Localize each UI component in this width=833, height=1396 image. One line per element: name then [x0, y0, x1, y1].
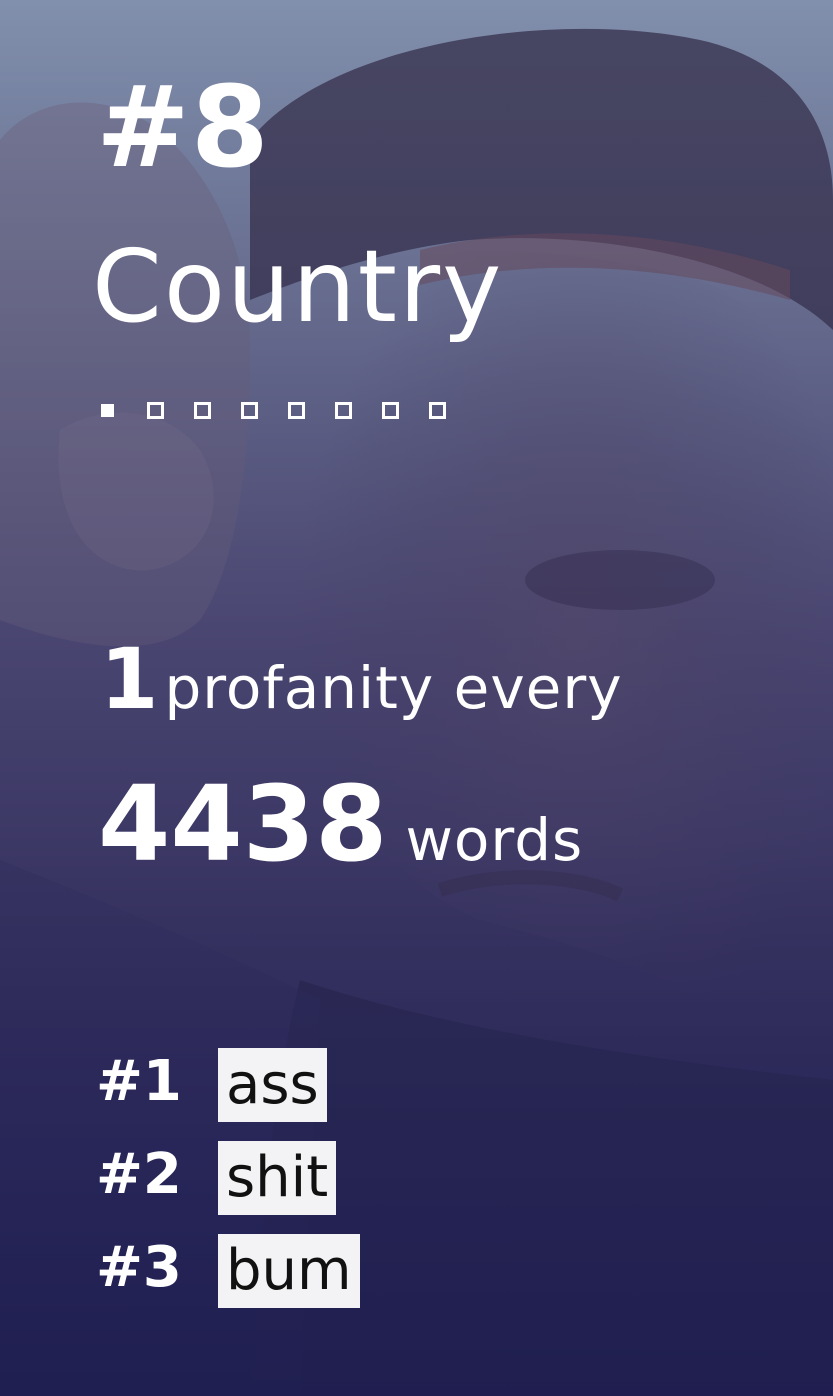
rank-square-empty [382, 402, 399, 419]
rank-square-empty [194, 402, 211, 419]
rank-square-empty [147, 402, 164, 419]
word-chip: shit [218, 1141, 337, 1215]
words-count: 4438 [98, 763, 388, 885]
rank-square-empty [241, 402, 258, 419]
word-chip: ass [218, 1048, 327, 1122]
profanity-count: 1 [100, 630, 159, 728]
profanity-rate-line-2: 4438 words [98, 772, 583, 876]
word-rank: #2 [96, 1142, 182, 1207]
word-rank: #1 [96, 1049, 182, 1114]
rank-square-empty [429, 402, 446, 419]
words-label: words [405, 806, 584, 874]
rank-square-filled [101, 404, 114, 417]
rank-square-empty [335, 402, 352, 419]
word-chip: bum [218, 1234, 360, 1308]
word-rank: #3 [96, 1235, 182, 1300]
genre-title: Country [92, 228, 504, 345]
genre-card: #8 Country 1 profanity every 4438 words #1… [0, 0, 833, 1396]
rank-square-empty [288, 402, 305, 419]
genre-rank: #8 [96, 63, 270, 193]
profanity-rate-line-1: 1 profanity every [100, 637, 623, 722]
profanity-count-label: profanity every [164, 654, 623, 722]
